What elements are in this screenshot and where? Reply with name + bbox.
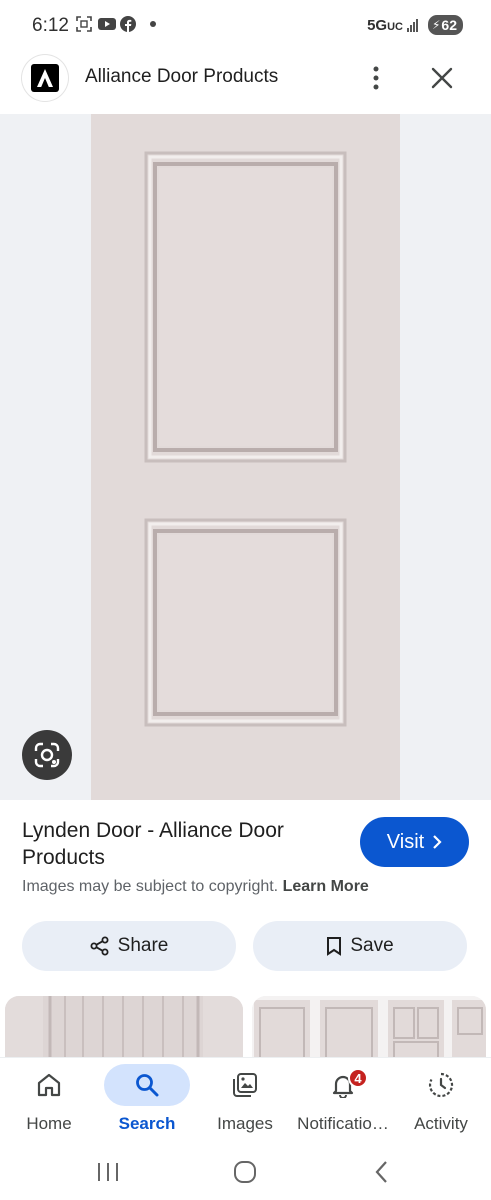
facebook-icon: [120, 16, 136, 32]
status-notification-icons: [76, 16, 156, 32]
recents-icon: [98, 1163, 118, 1181]
nav-label: Activity: [414, 1114, 468, 1133]
copyright-notice: Images may be subject to copyright. Lear…: [22, 878, 369, 896]
status-bar: 6:12 5GUC ⚡ 62: [0, 0, 491, 52]
visit-button[interactable]: Visit: [360, 817, 469, 867]
visit-label: Visit: [386, 830, 425, 853]
share-button[interactable]: Share: [22, 921, 236, 971]
image-preview-area: [0, 114, 491, 800]
nav-notifications[interactable]: 4 Notificatio…: [294, 1058, 392, 1146]
more-notifications-dot: [150, 21, 156, 27]
bookmark-icon: [327, 937, 342, 956]
save-button[interactable]: Save: [253, 921, 467, 971]
viewer-header: Alliance Door Products: [0, 52, 491, 114]
home-circle-icon: [234, 1161, 256, 1183]
related-image-2[interactable]: [252, 996, 486, 1060]
bottom-navigation: Home Search Images 4 Notificatio… Activi…: [0, 1058, 491, 1146]
system-home-button[interactable]: [225, 1156, 265, 1188]
nav-label: Images: [217, 1114, 273, 1133]
network-label: 5GUC: [367, 16, 403, 34]
share-icon: [90, 936, 109, 956]
door-image[interactable]: [91, 114, 400, 800]
images-icon: [196, 1070, 294, 1100]
alliance-logo-icon: [31, 64, 59, 92]
bell-icon: [294, 1070, 392, 1100]
back-button[interactable]: [362, 1156, 402, 1188]
home-icon: [0, 1070, 98, 1100]
nav-activity[interactable]: Activity: [392, 1058, 490, 1146]
activity-icon: [392, 1070, 490, 1100]
signal-icon: [406, 18, 418, 32]
recents-button[interactable]: [88, 1156, 128, 1188]
notification-badge: 4: [348, 1068, 368, 1088]
google-lens-icon: [34, 742, 60, 768]
nav-label: Home: [26, 1114, 72, 1133]
nav-images[interactable]: Images: [196, 1058, 294, 1146]
back-icon: [375, 1161, 387, 1183]
more-vertical-icon: [373, 66, 379, 90]
site-logo[interactable]: [22, 55, 68, 101]
save-label: Save: [350, 935, 394, 956]
more-options-button[interactable]: [362, 60, 390, 96]
nav-label: Notificatio…: [297, 1114, 389, 1133]
learn-more-link[interactable]: Learn More: [283, 878, 369, 895]
related-image-1[interactable]: [5, 996, 243, 1060]
battery-level: 62: [441, 17, 457, 33]
nav-label: Search: [118, 1114, 176, 1133]
close-button[interactable]: [426, 62, 458, 94]
battery-indicator: ⚡ 62: [427, 15, 463, 35]
system-navigation-bar: [0, 1146, 491, 1200]
chevron-right-icon: [433, 835, 442, 849]
status-time: 6:12: [32, 15, 69, 36]
close-icon: [431, 67, 453, 89]
result-title[interactable]: Lynden Door - Alliance Door Products: [22, 817, 342, 871]
search-icon: [98, 1070, 196, 1100]
nav-search[interactable]: Search: [98, 1058, 196, 1146]
screenshot-icon: [76, 16, 92, 32]
site-name[interactable]: Alliance Door Products: [85, 66, 278, 88]
related-images: [0, 996, 491, 1060]
charging-icon: ⚡: [431, 18, 441, 32]
nav-home[interactable]: Home: [0, 1058, 98, 1146]
share-label: Share: [117, 935, 169, 956]
status-right: 5GUC ⚡ 62: [367, 15, 463, 35]
youtube-icon: [98, 16, 116, 32]
copyright-text: Images may be subject to copyright.: [22, 878, 279, 895]
google-lens-button[interactable]: [22, 730, 72, 780]
